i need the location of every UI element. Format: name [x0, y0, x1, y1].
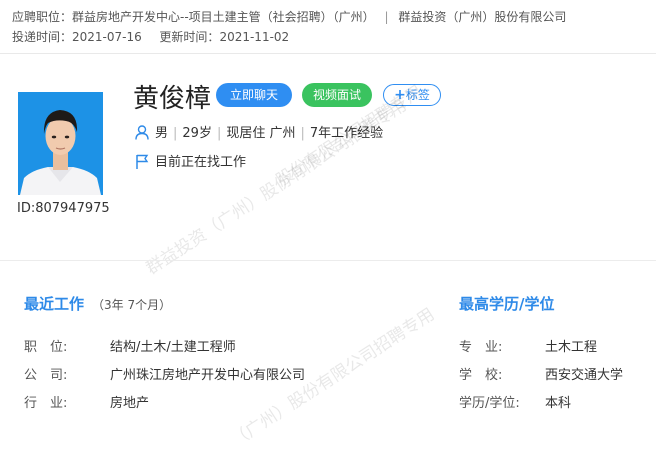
avatar [18, 92, 103, 195]
position-line: 应聘职位：群益房地产开发中心--项目土建主管（社会招聘）（广州） | 群益投资（… [12, 8, 566, 25]
edu-major-row: 专 业: 土木工程 [459, 336, 597, 355]
edu-degree-row: 学历/学位: 本科 [459, 392, 571, 411]
edu-major-value: 土木工程 [545, 340, 598, 355]
flag-icon [135, 154, 149, 173]
time-line: 投递时间：2021-07-16 更新时间：2021-11-02 [12, 28, 289, 45]
application-header: 应聘职位：群益房地产开发中心--项目土建主管（社会招聘）（广州） | 群益投资（… [0, 0, 656, 54]
edu-degree-label: 学历/学位: [459, 396, 520, 411]
company-name: 群益投资（广州）股份有限公司 [398, 10, 567, 24]
work-industry-row: 行 业: 房地产 [24, 392, 149, 411]
work-industry-value: 房地产 [110, 396, 150, 411]
candidate-name: 黄俊樟 [133, 84, 212, 114]
work-position-row: 职 位: 结构/土木/土建工程师 [24, 336, 236, 355]
updated-label: 更新时间： [159, 30, 220, 44]
work-company-value: 广州珠江房地产开发中心有限公司 [110, 368, 306, 383]
work-position-label: 职 位: [24, 340, 68, 355]
work-position-value: 结构/土木/土建工程师 [110, 340, 236, 355]
candidate-id: ID:807947975 [17, 201, 110, 216]
job-status-text: 目前正在找工作 [155, 155, 247, 170]
edu-school-label: 学 校: [459, 368, 503, 383]
chat-button[interactable]: 立即聊天 [216, 83, 292, 107]
person-icon [135, 125, 149, 144]
job-status: 目前正在找工作 [135, 151, 246, 173]
age: 29岁 [182, 126, 212, 141]
video-interview-button[interactable]: 视频面试 [302, 83, 372, 107]
delivered-date: 2021-07-16 [72, 30, 142, 44]
position-value[interactable]: 群益房地产开发中心--项目土建主管（社会招聘）（广州） [72, 10, 375, 24]
recent-work-title: 最近工作 （3年 7个月） [24, 295, 172, 313]
edu-school-value: 西安交通大学 [545, 368, 624, 383]
edu-major-label: 专 业: [459, 340, 503, 355]
position-label: 应聘职位： [12, 10, 73, 24]
work-industry-label: 行 业: [24, 396, 68, 411]
work-company-label: 公 司: [24, 368, 68, 383]
edu-school-row: 学 校: 西安交通大学 [459, 364, 623, 383]
education-title: 最高学历/学位 [459, 295, 555, 313]
work-company-row: 公 司: 广州珠江房地产开发中心有限公司 [24, 364, 305, 383]
header-separator: | [384, 10, 389, 24]
section-divider [0, 260, 656, 261]
updated-date: 2021-11-02 [219, 30, 290, 44]
delivered-label: 投递时间： [12, 30, 73, 44]
work-duration: （3年 7个月） [92, 298, 172, 312]
location: 现居住 广州 [226, 126, 296, 141]
edu-degree-value: 本科 [545, 396, 572, 411]
gender: 男 [155, 126, 169, 141]
